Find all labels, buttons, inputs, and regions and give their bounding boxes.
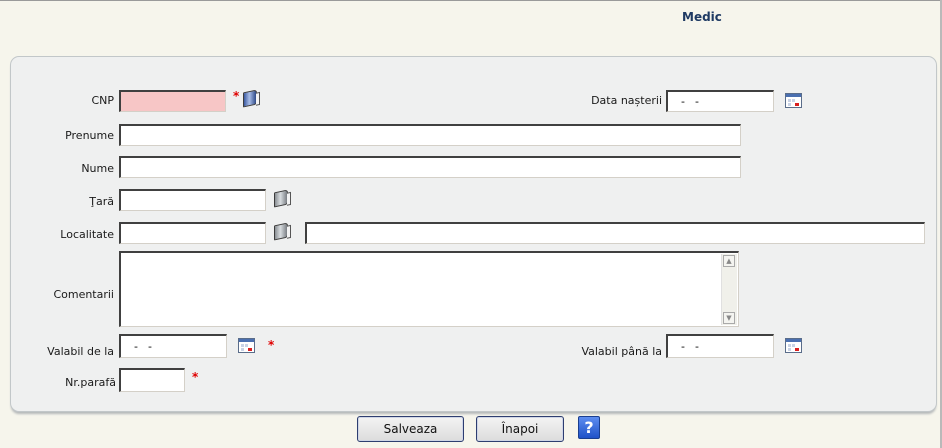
nume-label: Nume: [81, 162, 114, 175]
comentarii-textarea[interactable]: ▲ ▼: [119, 251, 739, 327]
help-button[interactable]: ?: [578, 416, 600, 439]
nume-input[interactable]: [119, 156, 741, 178]
valabil-de-la-input[interactable]: [119, 334, 227, 358]
book-lookup-icon[interactable]: [243, 89, 257, 108]
cnp-required-mark: *: [233, 89, 240, 103]
data-nasterii-label: Data nașterii: [591, 94, 662, 107]
prenume-input[interactable]: [119, 124, 741, 146]
comentarii-scrollbar[interactable]: ▲ ▼: [721, 254, 737, 325]
valabil-de-la-label: Valabil de la: [47, 345, 114, 358]
calendar-icon[interactable]: [785, 338, 802, 353]
book-lookup-icon[interactable]: [274, 189, 288, 208]
nr-parafa-required-mark: *: [192, 370, 199, 384]
calendar-icon[interactable]: [785, 93, 802, 108]
back-button[interactable]: Înapoi: [476, 416, 564, 442]
cnp-input[interactable]: [119, 90, 226, 112]
save-button-label: Salveaza: [383, 422, 438, 436]
book-lookup-icon[interactable]: [274, 222, 288, 241]
scroll-up-arrow-icon[interactable]: ▲: [723, 255, 735, 267]
comentarii-text: [121, 253, 738, 257]
calendar-icon[interactable]: [238, 338, 255, 353]
save-button[interactable]: Salveaza: [357, 416, 464, 442]
localitate-detail-input[interactable]: [305, 222, 925, 244]
valabil-de-la-required-mark: *: [268, 338, 275, 352]
scroll-down-arrow-icon[interactable]: ▼: [723, 312, 735, 324]
tara-input[interactable]: [119, 189, 266, 211]
comentarii-label: Comentarii: [53, 288, 114, 301]
localitate-input[interactable]: [119, 222, 266, 244]
nr-parafa-label: Nr.parafă: [65, 376, 116, 389]
nr-parafa-input[interactable]: [119, 368, 185, 392]
cnp-label: CNP: [91, 94, 114, 107]
valabil-pana-la-label: Valabil până la: [581, 345, 662, 358]
help-icon: ?: [584, 418, 594, 437]
localitate-label: Localitate: [60, 228, 114, 241]
back-button-label: Înapoi: [501, 422, 539, 436]
data-nasterii-input[interactable]: [666, 90, 774, 112]
page-title: Medic: [682, 10, 722, 24]
prenume-label: Prenume: [65, 129, 114, 142]
valabil-pana-la-input[interactable]: [666, 334, 774, 358]
top-border: [0, 0, 942, 1]
tara-label: Ţară: [89, 195, 114, 208]
